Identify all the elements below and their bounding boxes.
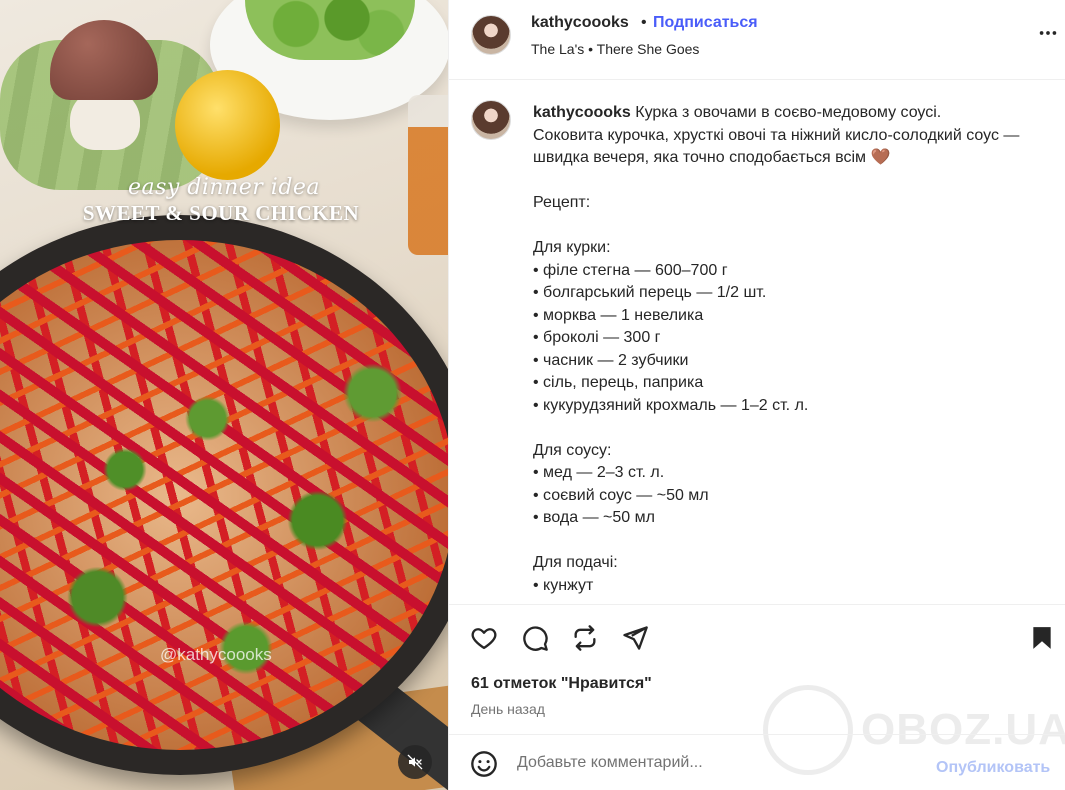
caption-author[interactable]: kathycoooks xyxy=(533,104,631,121)
publish-button[interactable]: Опубликовать xyxy=(936,759,1050,777)
caption-text: Курка з овочами в соєво-медовому соусі. … xyxy=(533,104,1020,594)
like-button[interactable] xyxy=(469,623,499,653)
author-username[interactable]: kathycoooks xyxy=(531,14,629,32)
post-media[interactable]: easy dinner idea SWEET & SOUR CHICKEN @k… xyxy=(0,0,448,790)
save-button[interactable] xyxy=(1027,623,1057,653)
comment-button[interactable] xyxy=(520,623,550,653)
post-timestamp[interactable]: День назад xyxy=(471,701,545,717)
emoji-button[interactable] xyxy=(469,749,499,779)
post-actions: 61 отметок "Нравится" День назад OBOZ.UA xyxy=(449,604,1065,775)
post-caption: kathycoooks Курка з овочами в соєво-медо… xyxy=(533,102,1038,597)
repost-button[interactable] xyxy=(570,623,600,653)
caption-avatar[interactable] xyxy=(471,100,511,140)
more-options-button[interactable] xyxy=(1037,22,1059,47)
media-watermark: @kathycoooks xyxy=(160,645,272,664)
pumpkin-photo-detail xyxy=(175,70,280,180)
bookmark-icon xyxy=(1033,627,1051,649)
separator-dot: • xyxy=(641,14,647,31)
avatar[interactable] xyxy=(471,15,511,55)
media-caption-script: easy dinner idea xyxy=(127,175,321,200)
media-caption-title: SWEET & SOUR CHICKEN xyxy=(82,201,360,225)
emoji-icon xyxy=(471,751,497,777)
comment-icon xyxy=(523,626,548,651)
mushroom-cap-photo-detail xyxy=(50,20,158,100)
post-side-panel: kathycoooks • Подписаться The La's • The… xyxy=(448,0,1065,790)
caption-area[interactable]: kathycoooks Курка з овочами в соєво-медо… xyxy=(449,81,1065,604)
post-header: kathycoooks • Подписаться The La's • The… xyxy=(449,0,1065,80)
share-button[interactable] xyxy=(620,623,650,653)
likes-count[interactable]: 61 отметок "Нравится" xyxy=(471,675,652,693)
repost-icon xyxy=(574,625,596,651)
share-icon xyxy=(623,626,648,650)
speaker-muted-icon xyxy=(407,754,423,770)
comment-input[interactable] xyxy=(517,749,917,777)
audio-track-link[interactable]: The La's • There She Goes xyxy=(531,41,699,57)
heart-icon xyxy=(471,628,497,650)
follow-button[interactable]: Подписаться xyxy=(653,14,758,32)
add-comment-bar: Опубликовать xyxy=(449,734,1065,790)
more-horizontal-icon xyxy=(1039,31,1057,35)
mute-button[interactable] xyxy=(398,745,432,779)
